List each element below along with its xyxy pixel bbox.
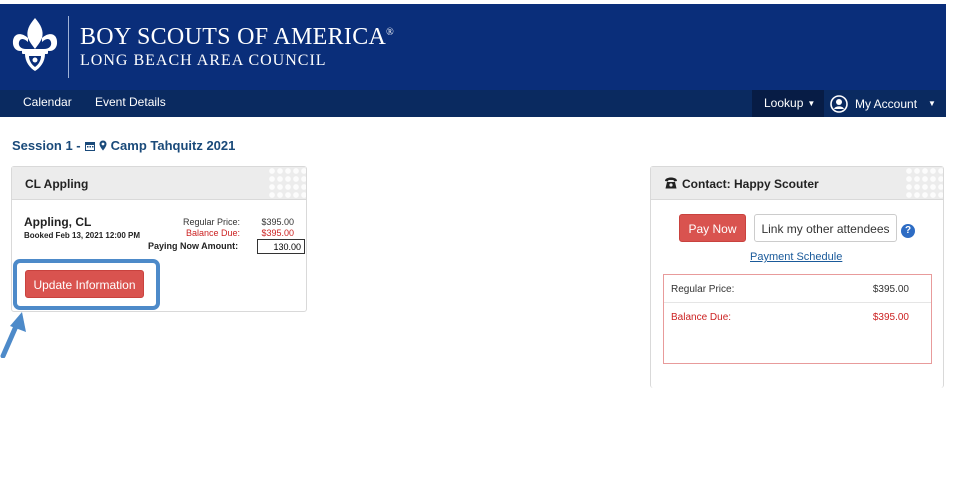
balance-due-label: Balance Due: xyxy=(185,228,240,238)
account-label: My Account xyxy=(855,96,918,111)
lookup-dropdown[interactable]: Lookup ▼ xyxy=(752,90,824,117)
regular-price-label: Regular Price: xyxy=(671,284,735,295)
help-icon[interactable]: ? xyxy=(901,224,915,238)
user-circle-icon xyxy=(830,94,848,113)
nav-bar: Calendar Event Details Lookup ▼ My Accoun… xyxy=(0,90,946,117)
council-name: LONG BEACH AREA COUNCIL xyxy=(80,52,327,69)
lookup-label: Lookup xyxy=(764,96,804,110)
my-account-dropdown[interactable]: My Account ▼ xyxy=(830,90,936,117)
balance-due-label: Balance Due: xyxy=(671,312,732,323)
nav-calendar[interactable]: Calendar xyxy=(23,95,72,109)
booked-date: Booked Feb 13, 2021 12:00 PM xyxy=(24,231,141,240)
attendee-name: Appling, CL xyxy=(24,215,92,229)
camp-name[interactable]: Camp Tahquitz 2021 xyxy=(111,138,236,153)
pay-now-button[interactable]: Pay Now xyxy=(679,214,746,242)
attendee-panel-header: CL Appling xyxy=(12,167,306,200)
session-title: Session 1 - Camp Tahquitz 2021 xyxy=(12,138,236,153)
nav-event-details[interactable]: Event Details xyxy=(95,95,166,109)
paying-now-input[interactable] xyxy=(257,239,305,254)
link-attendees-button[interactable]: Link my other attendees xyxy=(754,214,897,242)
site-header: BOY SCOUTS OF AMERICA® LONG BEACH AREA C… xyxy=(0,4,946,90)
regular-price-value: $395.00 xyxy=(261,217,294,227)
regular-price-label: Regular Price: xyxy=(182,217,240,227)
regular-price-row: Regular Price: $395.00 xyxy=(664,275,931,303)
calendar-icon[interactable] xyxy=(84,141,95,151)
header-divider xyxy=(68,16,69,78)
regular-price-value: $395.00 xyxy=(872,284,909,295)
price-summary-box: Regular Price: $395.00 Balance Due: $395… xyxy=(663,274,932,364)
pointer-arrow-icon xyxy=(0,312,26,358)
phone-icon xyxy=(665,177,677,189)
balance-due-value: $395.00 xyxy=(261,228,294,238)
update-information-button[interactable]: Update Information xyxy=(25,270,144,298)
balance-due-value: $395.00 xyxy=(872,312,909,323)
map-marker-icon[interactable] xyxy=(99,140,107,151)
contact-panel: Contact: Happy Scouter Pay Now Link my o… xyxy=(650,166,944,388)
paying-now-label: Paying Now Amount: xyxy=(148,241,239,251)
header-pattern xyxy=(905,167,943,199)
contact-panel-header: Contact: Happy Scouter xyxy=(651,167,943,200)
balance-due-row: Balance Due: $395.00 xyxy=(664,303,931,331)
attendee-panel-title: CL Appling xyxy=(25,177,89,191)
caret-down-icon: ▼ xyxy=(928,99,936,108)
org-name: BOY SCOUTS OF AMERICA® xyxy=(80,24,395,50)
payment-schedule-link[interactable]: Payment Schedule xyxy=(750,251,842,263)
fleur-de-lis-icon xyxy=(12,18,58,71)
caret-down-icon: ▼ xyxy=(807,99,816,108)
header-pattern xyxy=(268,167,306,199)
contact-panel-title: Contact: Happy Scouter xyxy=(682,177,819,191)
